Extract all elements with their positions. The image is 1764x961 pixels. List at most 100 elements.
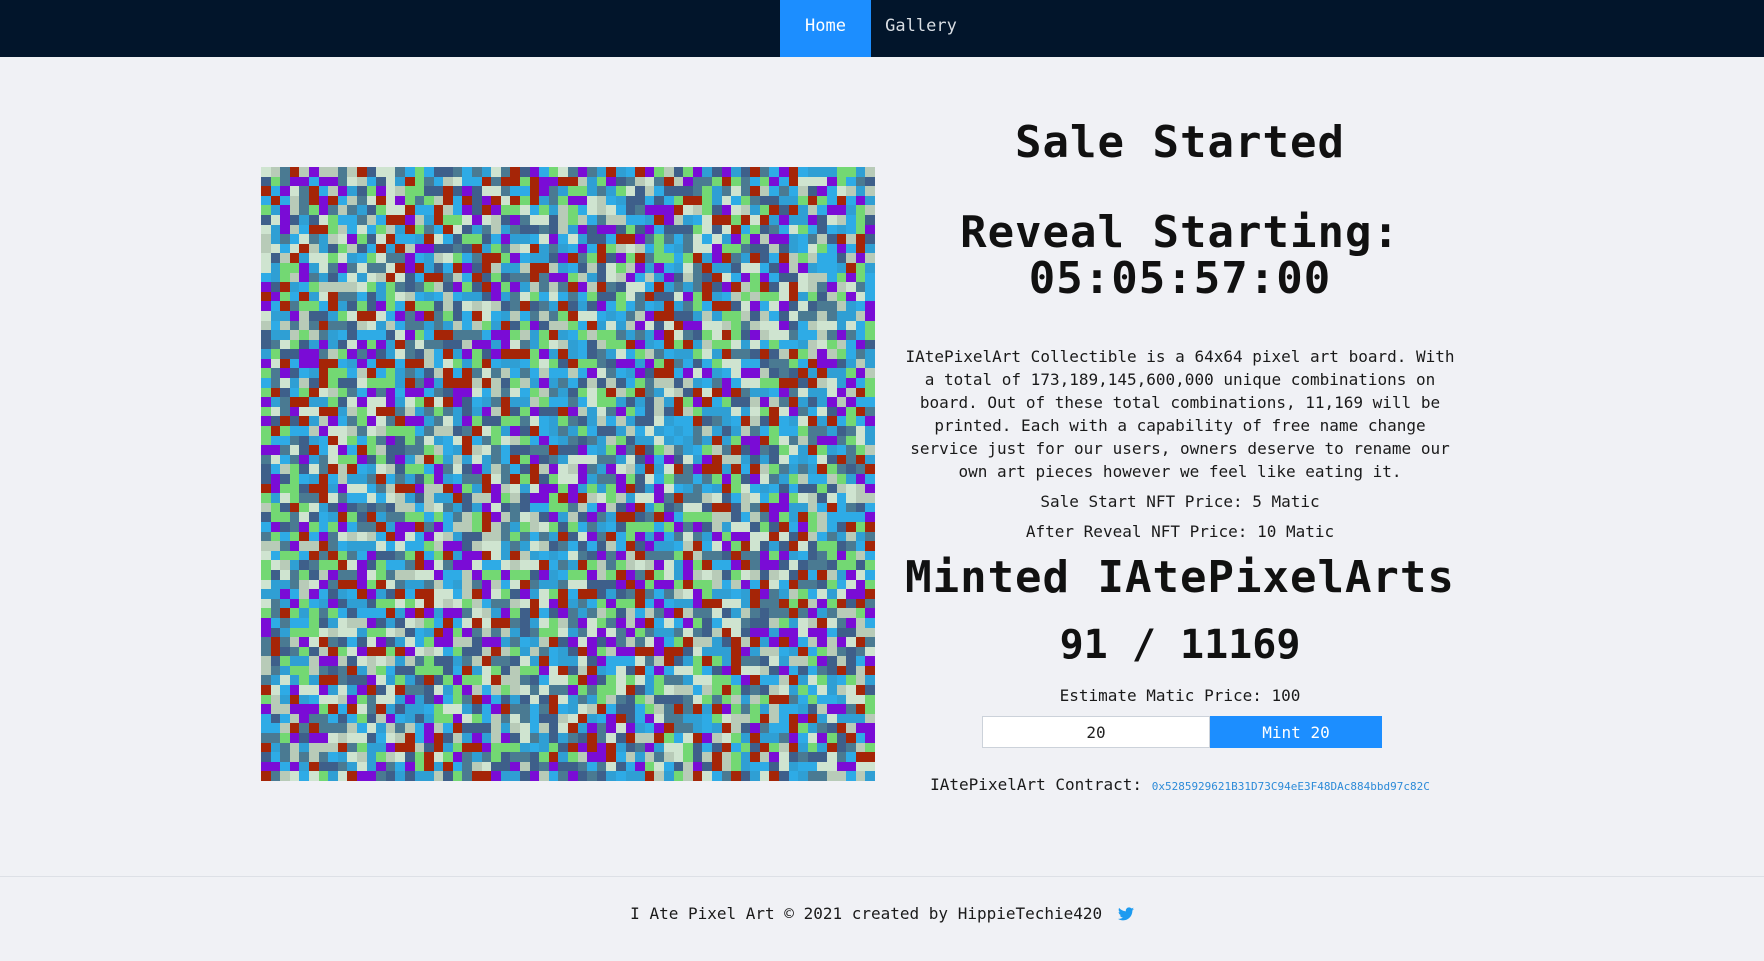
pixel-cell	[433, 598, 444, 609]
pixel-cell	[817, 243, 828, 254]
pixel-cell	[644, 598, 655, 609]
pixel-cell	[596, 675, 607, 686]
pixel-cell	[385, 560, 396, 570]
pixel-cell	[788, 761, 799, 772]
pixel-cell	[299, 416, 309, 427]
pixel-cell	[318, 253, 329, 263]
pixel-cell	[731, 656, 741, 666]
pixel-cell	[625, 560, 636, 570]
pixel-cell	[289, 493, 300, 503]
contract-address-link[interactable]: 0x5285929621B31D73C94eE3F48DAc884bbd97c8…	[1152, 780, 1430, 793]
pixel-cell	[798, 339, 808, 350]
pixel-cell	[299, 435, 309, 446]
pixel-cell	[635, 416, 645, 427]
pixel-cell	[452, 483, 463, 494]
pixel-cell	[261, 272, 271, 283]
pixel-cell	[558, 761, 568, 772]
pixel-cell	[692, 627, 703, 638]
pixel-cell	[261, 675, 271, 686]
pixel-cell	[539, 493, 549, 503]
pixel-cell	[404, 214, 415, 225]
pixel-cell	[788, 435, 799, 446]
nav-gallery-link[interactable]: Gallery	[871, 0, 971, 57]
pixel-cell	[395, 704, 405, 714]
pixel-cell	[683, 521, 693, 532]
pixel-cell	[587, 310, 597, 321]
pixel-cell	[855, 560, 866, 570]
pixel-cell	[577, 349, 588, 359]
pixel-cell	[568, 243, 578, 254]
pixel-cell	[731, 339, 741, 350]
pixel-cell	[385, 358, 396, 369]
pixel-cell	[318, 598, 329, 609]
pixel-cell	[750, 560, 760, 570]
pixel-cell	[702, 358, 712, 369]
pixel-cell	[625, 406, 636, 417]
pixel-cell	[731, 358, 741, 369]
nav-home-link[interactable]: Home	[780, 0, 871, 57]
pixel-cell	[558, 560, 568, 570]
pixel-cell	[759, 474, 770, 484]
pixel-cell	[520, 416, 530, 427]
pixel-cell	[635, 493, 645, 503]
pixel-cell	[366, 301, 377, 311]
pixel-cell	[366, 272, 377, 283]
pixel-cell	[663, 416, 674, 427]
pixel-cell	[568, 579, 578, 590]
pixel-cell	[452, 214, 463, 225]
pixel-cell	[491, 541, 501, 551]
pixel-cell	[807, 589, 818, 599]
pixel-cell	[395, 291, 405, 302]
pixel-cell	[424, 445, 434, 455]
pixel-cell	[414, 742, 425, 753]
pixel-cell	[289, 541, 300, 551]
pixel-cell	[721, 195, 732, 206]
pixel-cell	[568, 406, 578, 417]
pixel-cell	[587, 560, 597, 570]
pixel-cell	[711, 723, 722, 734]
pixel-cell	[769, 224, 780, 235]
pixel-cell	[731, 512, 741, 522]
pixel-cell	[443, 291, 453, 302]
pixel-cell	[443, 224, 453, 235]
pixel-cell	[663, 445, 674, 455]
pixel-cell	[356, 387, 367, 398]
mint-quantity-input[interactable]	[982, 716, 1210, 748]
pixel-cell	[779, 521, 789, 532]
pixel-cell	[721, 301, 732, 311]
pixel-cell	[280, 550, 290, 561]
pixel-cell	[625, 502, 636, 513]
pixel-cell	[846, 656, 856, 666]
pixel-cell	[596, 665, 607, 676]
pixel-cell	[644, 445, 655, 455]
pixel-cell	[520, 502, 530, 513]
pixel-cell	[644, 637, 655, 647]
pixel-cell	[500, 579, 511, 590]
pixel-cell	[798, 291, 808, 302]
pixel-cell	[404, 243, 415, 254]
pixel-cell	[270, 310, 281, 321]
pixel-cell	[577, 512, 588, 522]
mint-button[interactable]: Mint 20	[1210, 716, 1382, 748]
pixel-cell	[462, 310, 473, 321]
pixel-cell	[299, 704, 309, 714]
pixel-cell	[635, 378, 645, 388]
pixel-cell	[318, 656, 329, 666]
pixel-cell	[414, 339, 425, 350]
pixel-cell	[807, 445, 818, 455]
pixel-cell	[510, 694, 521, 705]
pixel-cell	[529, 310, 540, 321]
pixel-cell	[395, 675, 405, 686]
pixel-cell	[328, 569, 338, 580]
pixel-cell	[635, 195, 645, 206]
pixel-cell	[865, 349, 875, 359]
pixel-cell	[769, 368, 780, 379]
pixel-cell	[711, 445, 722, 455]
pixel-cell	[462, 483, 473, 494]
pixel-cell	[472, 205, 482, 215]
pixel-cell	[462, 685, 473, 695]
pixel-cell	[366, 224, 377, 235]
pixel-cell	[280, 598, 290, 609]
pixel-cell	[587, 675, 597, 686]
twitter-icon[interactable]	[1117, 906, 1134, 925]
